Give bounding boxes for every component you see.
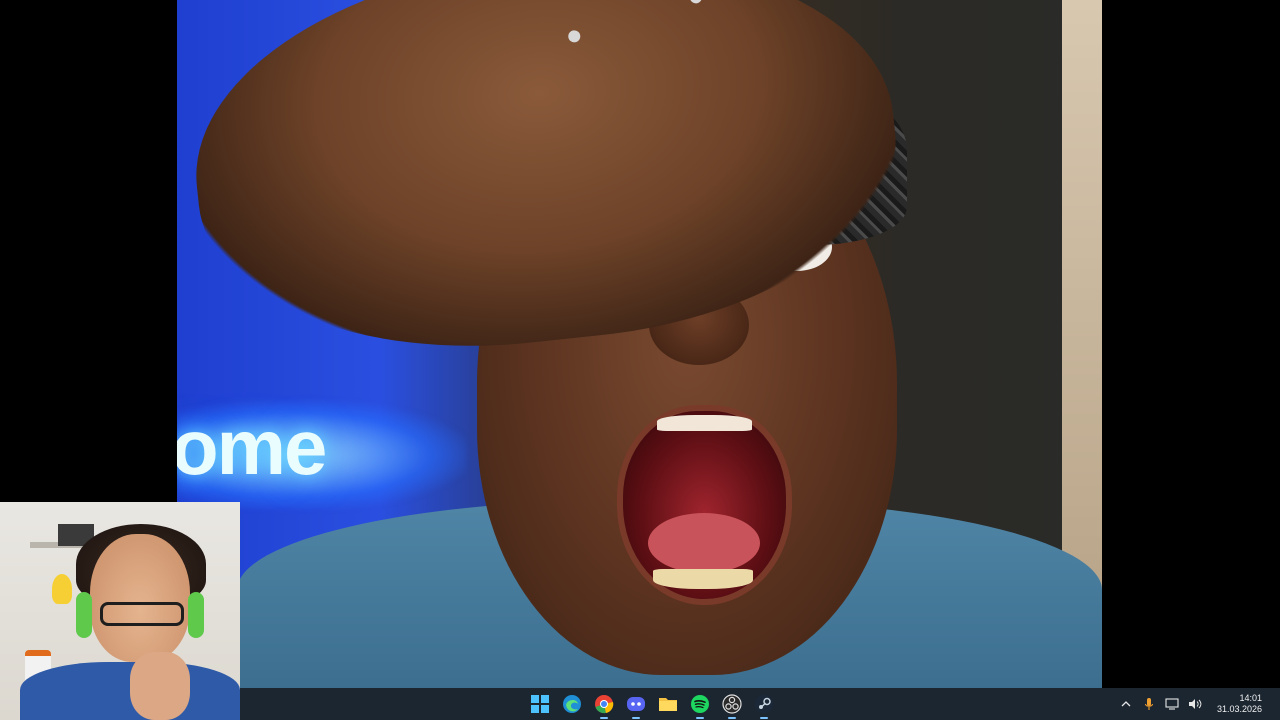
video-viewer: ome xyxy=(177,0,1102,688)
background-wall xyxy=(1062,0,1102,620)
network-icon[interactable] xyxy=(1165,697,1179,711)
edge-icon[interactable] xyxy=(560,692,584,716)
clock-time: 14:01 xyxy=(1239,693,1262,703)
taskbar-apps xyxy=(528,688,776,720)
taskbar-clock[interactable]: 14:01 31.03.2026 xyxy=(1217,693,1262,715)
chrome-icon[interactable] xyxy=(592,692,616,719)
headset-right xyxy=(188,592,204,638)
system-tray: 14:01 31.03.2026 xyxy=(1119,688,1280,720)
steam-icon[interactable] xyxy=(752,692,776,719)
webcam-overlay xyxy=(0,502,240,720)
streamer-hand xyxy=(130,652,190,720)
clock-date: 31.03.2026 xyxy=(1216,704,1262,714)
headset-left xyxy=(76,592,92,638)
chevron-up-icon[interactable] xyxy=(1119,697,1133,711)
neon-sign-text: ome xyxy=(177,403,327,491)
open-mouth xyxy=(617,405,792,605)
obs-icon[interactable] xyxy=(720,692,744,719)
windows-start-icon[interactable] xyxy=(528,692,552,716)
glasses xyxy=(100,602,184,626)
microphone-icon[interactable] xyxy=(1142,697,1156,711)
spotify-icon[interactable] xyxy=(688,692,712,719)
taskbar: 14:01 31.03.2026 xyxy=(240,688,1280,720)
volume-icon[interactable] xyxy=(1188,697,1202,711)
streamer-face xyxy=(90,534,190,662)
discord-icon[interactable] xyxy=(624,692,648,719)
folder-icon[interactable] xyxy=(656,692,680,716)
rubber-duck xyxy=(52,574,72,604)
